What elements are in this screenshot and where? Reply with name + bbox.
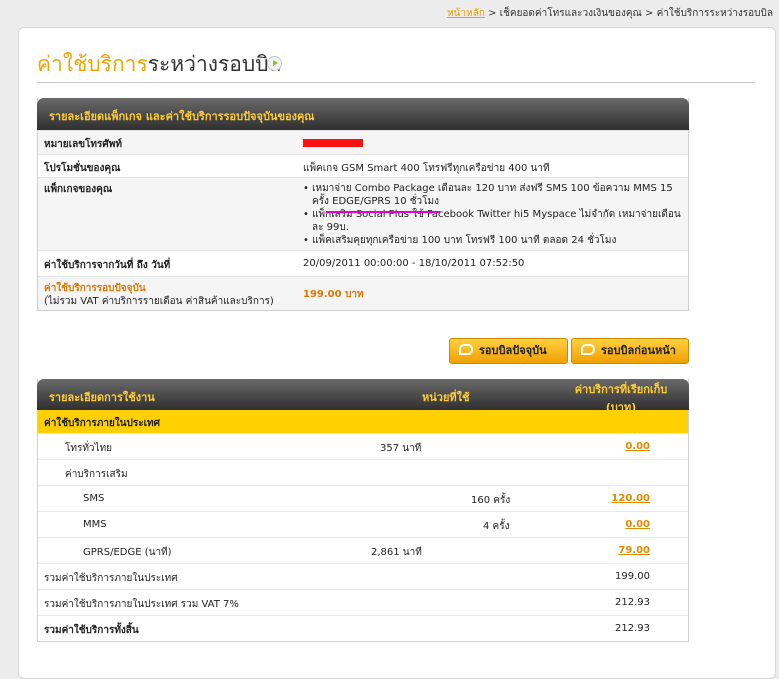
current-bill-label: รอบบิลปัจจุบัน bbox=[479, 344, 547, 357]
total-vat-value: 212.93 bbox=[615, 597, 650, 608]
promo-value: แพ็คเกจ GSM Smart 400 โทรฟรีทุกเครือข่าย… bbox=[303, 163, 550, 174]
promo-label: โปรโมชั่นของคุณ bbox=[44, 163, 121, 174]
packages-list: • เหมาจ่าย Combo Package เดือนละ 120 บาท… bbox=[303, 182, 683, 247]
sms-label: SMS bbox=[83, 493, 105, 504]
package-item: • แพ็คเสริมคุยทุกเครือข่าย 100 บาท โทรฟร… bbox=[303, 235, 617, 246]
chat-icon bbox=[459, 344, 473, 355]
total-domestic-row: รวมค่าใช้บริการภายในประเทศ 199.00 bbox=[38, 563, 688, 589]
total-domestic-value: 199.00 bbox=[615, 571, 650, 582]
mms-units: 4 ครั้ง bbox=[483, 521, 510, 532]
highlight-underline bbox=[326, 211, 440, 213]
usage-header-charge-line1: ค่าบริการที่เรียกเก็บ bbox=[574, 383, 668, 396]
breadcrumb-separator: > bbox=[645, 8, 654, 19]
category-label: ค่าใช้บริการภายในประเทศ bbox=[44, 418, 160, 429]
page-title: ค่าใช้บริการระหว่างรอบบิล bbox=[37, 48, 281, 81]
breadcrumb-home-link[interactable]: หน้าหลัก bbox=[447, 8, 485, 19]
gprs-units: 2,861 นาที bbox=[371, 547, 422, 558]
sms-units: 160 ครั้ง bbox=[471, 495, 511, 506]
period-value: 20/09/2011 00:00:00 - 18/10/2011 07:52:5… bbox=[303, 258, 525, 269]
breadcrumb-current: ค่าใช้บริการระหว่างรอบบิล bbox=[656, 8, 773, 19]
grand-total-row: รวมค่าใช้บริการทั้งสิ้น 212.93 bbox=[38, 615, 688, 641]
current-charge-row: ค่าใช้บริการรอบปัจจุบัน (ไม่รวม VAT ค่าบ… bbox=[38, 276, 688, 310]
voice-charge-link[interactable]: 0.00 bbox=[625, 441, 650, 452]
breadcrumb: หน้าหลัก > เช็คยอดค่าโทรและวงเงินของคุณ … bbox=[447, 6, 773, 21]
voice-label: โทรทั่วไทย bbox=[65, 443, 113, 454]
package-details-box: รายละเอียดแพ็กเกจ และค่าใช้บริการรอบปัจจ… bbox=[37, 98, 689, 311]
gprs-label: GPRS/EDGE (นาที) bbox=[83, 547, 172, 558]
current-charge-value: 199.00 บาท bbox=[303, 289, 364, 300]
mms-label: MMS bbox=[83, 519, 107, 530]
play-icon[interactable] bbox=[267, 56, 282, 71]
current-bill-button[interactable]: รอบบิลปัจจุบัน bbox=[449, 338, 568, 364]
mms-charge-link[interactable]: 0.00 bbox=[625, 519, 650, 530]
voice-units: 357 นาที bbox=[380, 443, 422, 454]
usage-row-extra: ค่าบริการเสริม bbox=[38, 459, 688, 485]
usage-row-sms: SMS 160 ครั้ง 120.00 bbox=[38, 485, 688, 511]
title-divider bbox=[37, 82, 755, 83]
gprs-charge-link[interactable]: 79.00 bbox=[618, 545, 650, 556]
promo-row: โปรโมชั่นของคุณ แพ็คเกจ GSM Smart 400 โท… bbox=[38, 154, 688, 177]
breadcrumb-section[interactable]: เช็คยอดค่าโทรและวงเงินของคุณ bbox=[500, 8, 642, 19]
total-vat-row: รวมค่าใช้บริการภายในประเทศ รวม VAT 7% 21… bbox=[38, 589, 688, 615]
content-panel: ค่าใช้บริการระหว่างรอบบิล รายละเอียดแพ็ก… bbox=[18, 27, 776, 679]
usage-header-unit: หน่วยที่ใช้ bbox=[422, 391, 470, 404]
usage-box-header: รายละเอียดการใช้งาน หน่วยที่ใช้ ค่าบริกา… bbox=[37, 379, 689, 414]
page-title-orange: ค่าใช้บริการ bbox=[37, 52, 148, 76]
phone-row: หมายเลขโทรศัพท์ bbox=[38, 130, 688, 154]
usage-row-gprs: GPRS/EDGE (นาที) 2,861 นาที 79.00 bbox=[38, 537, 688, 563]
package-item: • เหมาจ่าย Combo Package เดือนละ 120 บาท… bbox=[303, 183, 673, 207]
chat-icon bbox=[581, 344, 595, 355]
category-row: ค่าใช้บริการภายในประเทศ bbox=[38, 410, 688, 433]
package-box-title: รายละเอียดแพ็กเกจ และค่าใช้บริการรอบปัจจ… bbox=[49, 110, 315, 123]
total-domestic-label: รวมค่าใช้บริการภายในประเทศ bbox=[44, 573, 178, 584]
period-label: ค่าใช้บริการจากวันที่ ถึง วันที่ bbox=[44, 260, 171, 271]
breadcrumb-separator: > bbox=[488, 8, 497, 19]
previous-bill-button[interactable]: รอบบิลก่อนหน้า bbox=[571, 338, 689, 364]
usage-row-voice: โทรทั่วไทย 357 นาที 0.00 bbox=[38, 433, 688, 459]
usage-header-detail: รายละเอียดการใช้งาน bbox=[49, 391, 155, 404]
packages-row: แพ็กเกจของคุณ • เหมาจ่าย Combo Package เ… bbox=[38, 177, 688, 250]
grand-total-label: รวมค่าใช้บริการทั้งสิ้น bbox=[44, 625, 139, 636]
phone-redaction bbox=[303, 139, 363, 147]
packages-label: แพ็กเกจของคุณ bbox=[44, 184, 113, 195]
extra-label: ค่าบริการเสริม bbox=[65, 469, 128, 480]
current-charge-sublabel: (ไม่รวม VAT ค่าบริการรายเดือน ค่าสินค้าแ… bbox=[44, 296, 274, 307]
previous-bill-label: รอบบิลก่อนหน้า bbox=[601, 344, 676, 357]
phone-label: หมายเลขโทรศัพท์ bbox=[44, 139, 122, 150]
usage-row-mms: MMS 4 ครั้ง 0.00 bbox=[38, 511, 688, 537]
usage-details-box: รายละเอียดการใช้งาน หน่วยที่ใช้ ค่าบริกา… bbox=[37, 379, 689, 642]
sms-charge-link[interactable]: 120.00 bbox=[611, 493, 650, 504]
period-row: ค่าใช้บริการจากวันที่ ถึง วันที่ 20/09/2… bbox=[38, 250, 688, 276]
grand-total-value: 212.93 bbox=[615, 623, 650, 634]
page-title-dark: ระหว่างรอบบิล bbox=[147, 52, 282, 76]
package-box-header: รายละเอียดแพ็กเกจ และค่าใช้บริการรอบปัจจ… bbox=[37, 98, 689, 130]
total-vat-label: รวมค่าใช้บริการภายในประเทศ รวม VAT 7% bbox=[44, 599, 239, 610]
